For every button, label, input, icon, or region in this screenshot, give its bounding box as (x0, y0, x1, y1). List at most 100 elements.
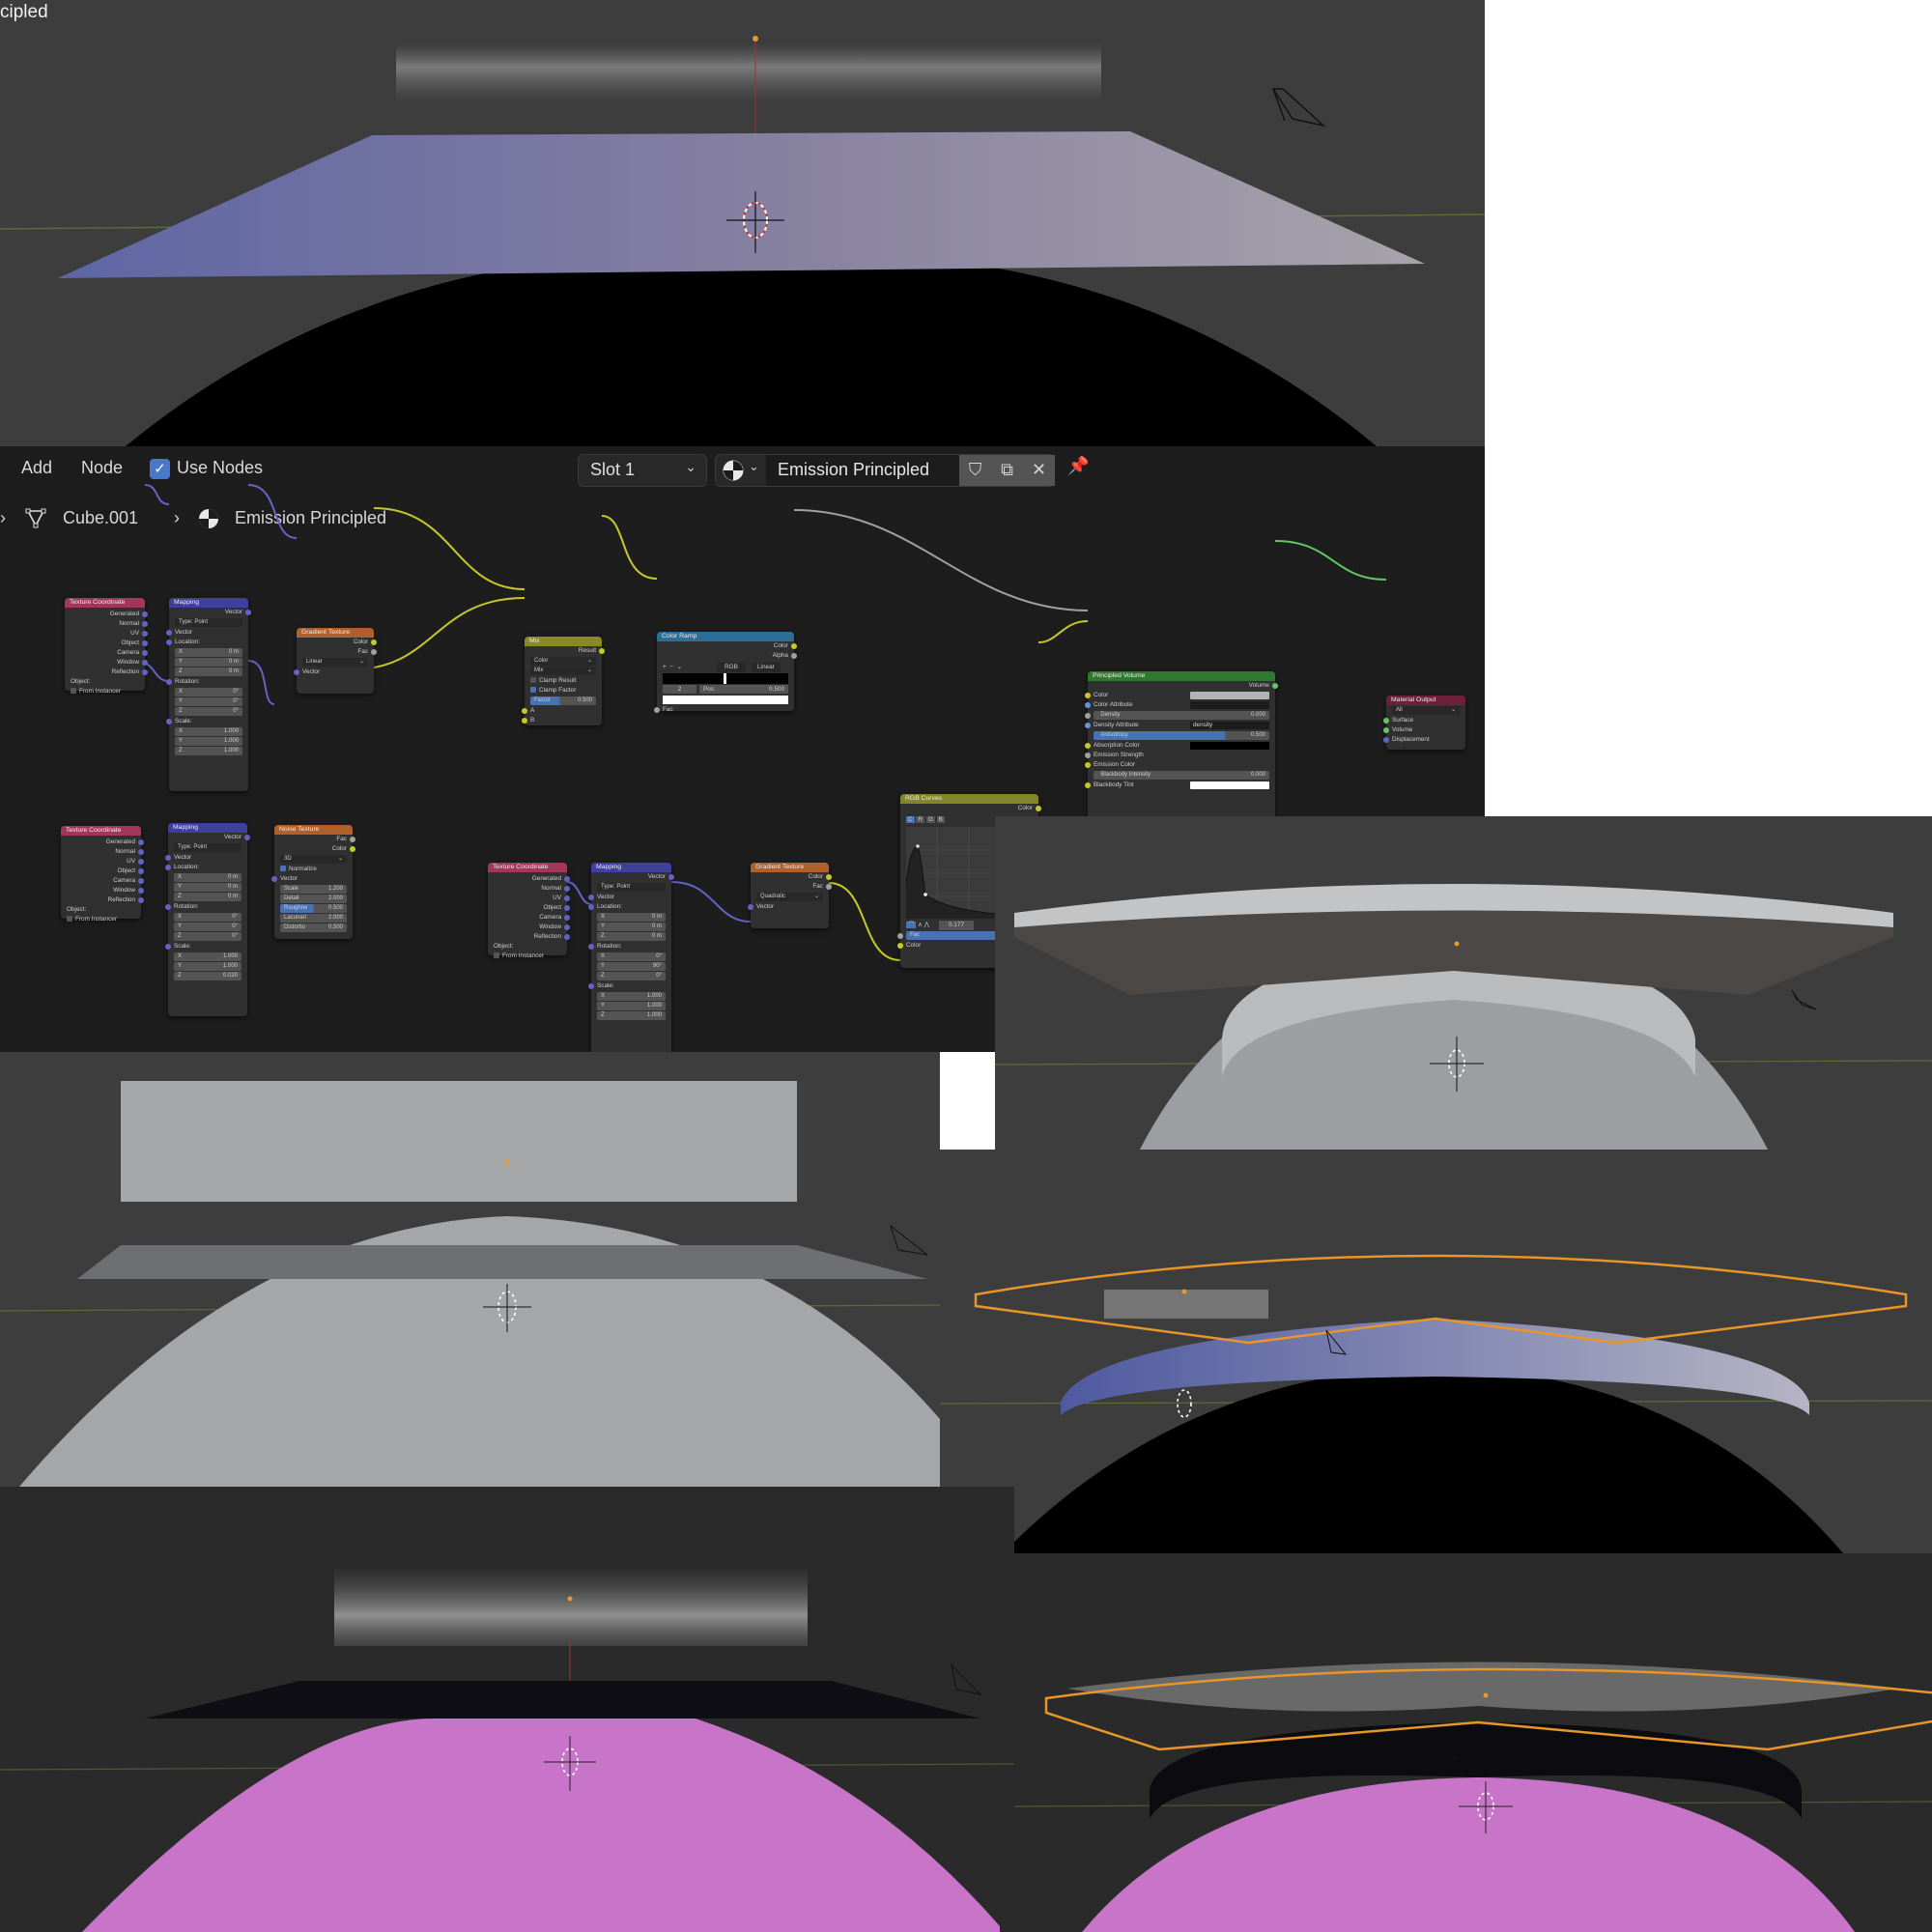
remove-stop-button[interactable]: − (669, 664, 673, 670)
location-x[interactable]: X0 m (174, 873, 242, 882)
location-y[interactable]: Y0 m (174, 883, 242, 892)
color-mode-dropdown[interactable]: RGB (717, 663, 746, 672)
node-color-ramp[interactable]: Color Ramp Color Alpha + − ⌄ RGB Linear … (654, 632, 797, 713)
object-field[interactable]: Object: (65, 677, 145, 687)
rotation-y[interactable]: Y 90° (597, 962, 666, 971)
scale-x[interactable]: X 1.000 (175, 727, 242, 736)
scale-y[interactable]: Y 1.000 (597, 1002, 666, 1010)
location-y[interactable]: Y0 m (175, 658, 242, 667)
location-z[interactable]: Z0 m (174, 893, 242, 901)
mix-data-type-dropdown[interactable]: Color ⌄ (530, 657, 596, 666)
blackbody-tint-swatch[interactable] (1190, 781, 1269, 789)
node-mapping[interactable]: Mapping Vector Type: Point Vector Locati… (165, 823, 250, 1016)
location-x[interactable]: X0 m (175, 648, 242, 657)
rotation-x[interactable]: X 0° (175, 688, 242, 696)
factor-slider[interactable]: Factor 0.500 (530, 696, 596, 705)
stop-position-field[interactable]: Pos 0.500 (699, 685, 788, 694)
node-texture-coordinate[interactable]: Texture Coordinate Generated Normal UV O… (488, 863, 570, 959)
rotation-z[interactable]: Z 0° (175, 707, 242, 716)
output-socket[interactable] (138, 839, 144, 845)
rotation-x[interactable]: X 0° (597, 952, 666, 961)
scale-z[interactable]: Z 1.000 (597, 1011, 666, 1020)
mapping-type-dropdown[interactable]: Type: Point (597, 883, 666, 892)
auto-clamped-handle-icon[interactable]: ⋀ (924, 922, 929, 928)
noise-distortion-field[interactable]: Distortio 0.500 (280, 923, 347, 932)
node-mapping[interactable]: Mapping Vector Type: Point Vector Locati… (166, 598, 251, 791)
ramp-menu-button[interactable]: ⌄ (677, 664, 682, 670)
scale-x[interactable]: X 1.000 (597, 992, 666, 1001)
density-attribute-field[interactable]: density (1190, 722, 1269, 729)
stop-index-field[interactable]: 2 (663, 685, 696, 694)
viewport-rendered-left[interactable] (0, 1487, 1014, 1932)
viewport-material-preview[interactable] (940, 1150, 1932, 1553)
auto-handle-icon[interactable]: ⌒ (906, 922, 917, 928)
mapping-type-dropdown[interactable]: Type: Point (175, 618, 242, 627)
color-attribute-field[interactable] (1190, 701, 1269, 709)
output-socket[interactable] (564, 876, 570, 882)
node-noise-texture[interactable]: Noise Texture Fac Color 3D ⌄ Normalize Ve… (271, 825, 355, 939)
blackbody-intensity-slider[interactable]: Blackbody Intensity 0.000 (1094, 771, 1269, 780)
noise-lacunarity-field[interactable]: Lacunari 2.000 (280, 914, 347, 923)
scale-y[interactable]: Y 1.000 (175, 737, 242, 746)
noise-detail-field[interactable]: Detail 2.000 (280, 895, 347, 903)
scale-y[interactable]: Y 1.000 (174, 962, 242, 971)
output-target-dropdown[interactable]: All ⌄ (1392, 706, 1460, 715)
node-texture-coordinate[interactable]: Texture Coordinate Generated Normal UV O… (61, 826, 144, 923)
location-x[interactable]: X0 m (597, 913, 666, 922)
scale-z[interactable]: Z 1.000 (175, 747, 242, 755)
noise-roughness-field[interactable]: Roughne 0.500 (280, 904, 347, 913)
viewport-solid-left[interactable] (0, 1052, 940, 1487)
from-instancer-checkbox[interactable]: From Instancer (61, 915, 141, 924)
color-swatch[interactable] (1190, 692, 1269, 699)
mix-blend-dropdown[interactable]: Mix ⌄ (530, 667, 596, 675)
node-mix[interactable]: Mix Result Color ⌄ Mix ⌄ Clamp Result Clam… (522, 637, 605, 725)
gradient-type-dropdown[interactable]: Quadratic ⌄ (756, 893, 823, 901)
output-socket[interactable] (142, 611, 148, 617)
mapping-type-dropdown[interactable]: Type: Point (174, 843, 242, 852)
add-stop-button[interactable]: + (663, 664, 667, 670)
node-gradient-texture[interactable]: Gradient Texture Color Fac Linear ⌄ Vecto… (294, 628, 377, 694)
scale-z[interactable]: Z 0.020 (174, 972, 242, 980)
from-instancer-checkbox[interactable]: From Instancer (65, 687, 145, 696)
rotation-y[interactable]: Y 0° (175, 697, 242, 706)
node-texture-coordinate[interactable]: Texture Coordinate Generated Normal UV O… (65, 598, 148, 695)
noise-dimensions-dropdown[interactable]: 3D ⌄ (280, 855, 347, 864)
stop-color-swatch[interactable] (663, 696, 788, 704)
location-z[interactable]: Z0 m (597, 932, 666, 941)
viewport-top[interactable]: cipled (0, 0, 1485, 446)
rotation-x[interactable]: X 0° (174, 913, 242, 922)
rotation-z[interactable]: Z 0° (597, 972, 666, 980)
node-material-output[interactable]: Material Output All ⌄ Surface Volume Disp… (1383, 696, 1465, 750)
noise-scale-field[interactable]: Scale 1.200 (280, 885, 347, 894)
node-mapping[interactable]: Mapping Vector Type: Point Vector Locati… (588, 863, 674, 1052)
absorption-color-swatch[interactable] (1190, 742, 1269, 750)
scale-x[interactable]: X 1.000 (174, 952, 242, 961)
node-principled-volume[interactable]: Principled Volume Volume Color Color Att… (1085, 671, 1278, 831)
channel-tab-r[interactable]: R (916, 816, 925, 823)
channel-tab-g[interactable]: G (925, 816, 935, 823)
clamp-factor-checkbox[interactable]: Clamp Factor (525, 686, 602, 696)
channel-tab-b[interactable]: B (936, 816, 945, 823)
node-title: RGB Curves (900, 794, 1038, 804)
clamp-result-checkbox[interactable]: Clamp Result (525, 676, 602, 686)
ramp-gradient-bar[interactable] (663, 673, 788, 684)
rotation-y[interactable]: Y 0° (174, 923, 242, 931)
viewport-rendered-right[interactable] (1014, 1553, 1932, 1932)
anisotropy-slider[interactable]: Anisotropy 0.500 (1094, 731, 1269, 740)
normalize-checkbox[interactable]: Normalize (274, 865, 353, 874)
object-field[interactable]: Object: (488, 942, 567, 952)
location-z[interactable]: Z0 m (175, 668, 242, 676)
from-instancer-checkbox[interactable]: From Instancer (488, 952, 567, 961)
gradient-type-dropdown[interactable]: Linear ⌄ (302, 658, 368, 667)
node-gradient-texture[interactable]: Gradient Texture Color Fac Quadratic ⌄ Ve… (748, 863, 832, 928)
viewport-solid-right[interactable] (995, 816, 1932, 1150)
interpolation-dropdown[interactable]: Linear (752, 663, 781, 672)
rotation-z[interactable]: Z 0° (174, 932, 242, 941)
channel-tab-c[interactable]: C (906, 816, 915, 823)
vector-handle-icon[interactable]: ∧ (918, 922, 923, 928)
curve-point-x-field[interactable]: 0.177 (939, 921, 974, 930)
object-field[interactable]: Object: (61, 905, 141, 915)
ramp-stop-handle[interactable] (724, 673, 726, 684)
density-slider[interactable]: Density 0.000 (1085, 711, 1269, 720)
location-y[interactable]: Y0 m (597, 923, 666, 931)
